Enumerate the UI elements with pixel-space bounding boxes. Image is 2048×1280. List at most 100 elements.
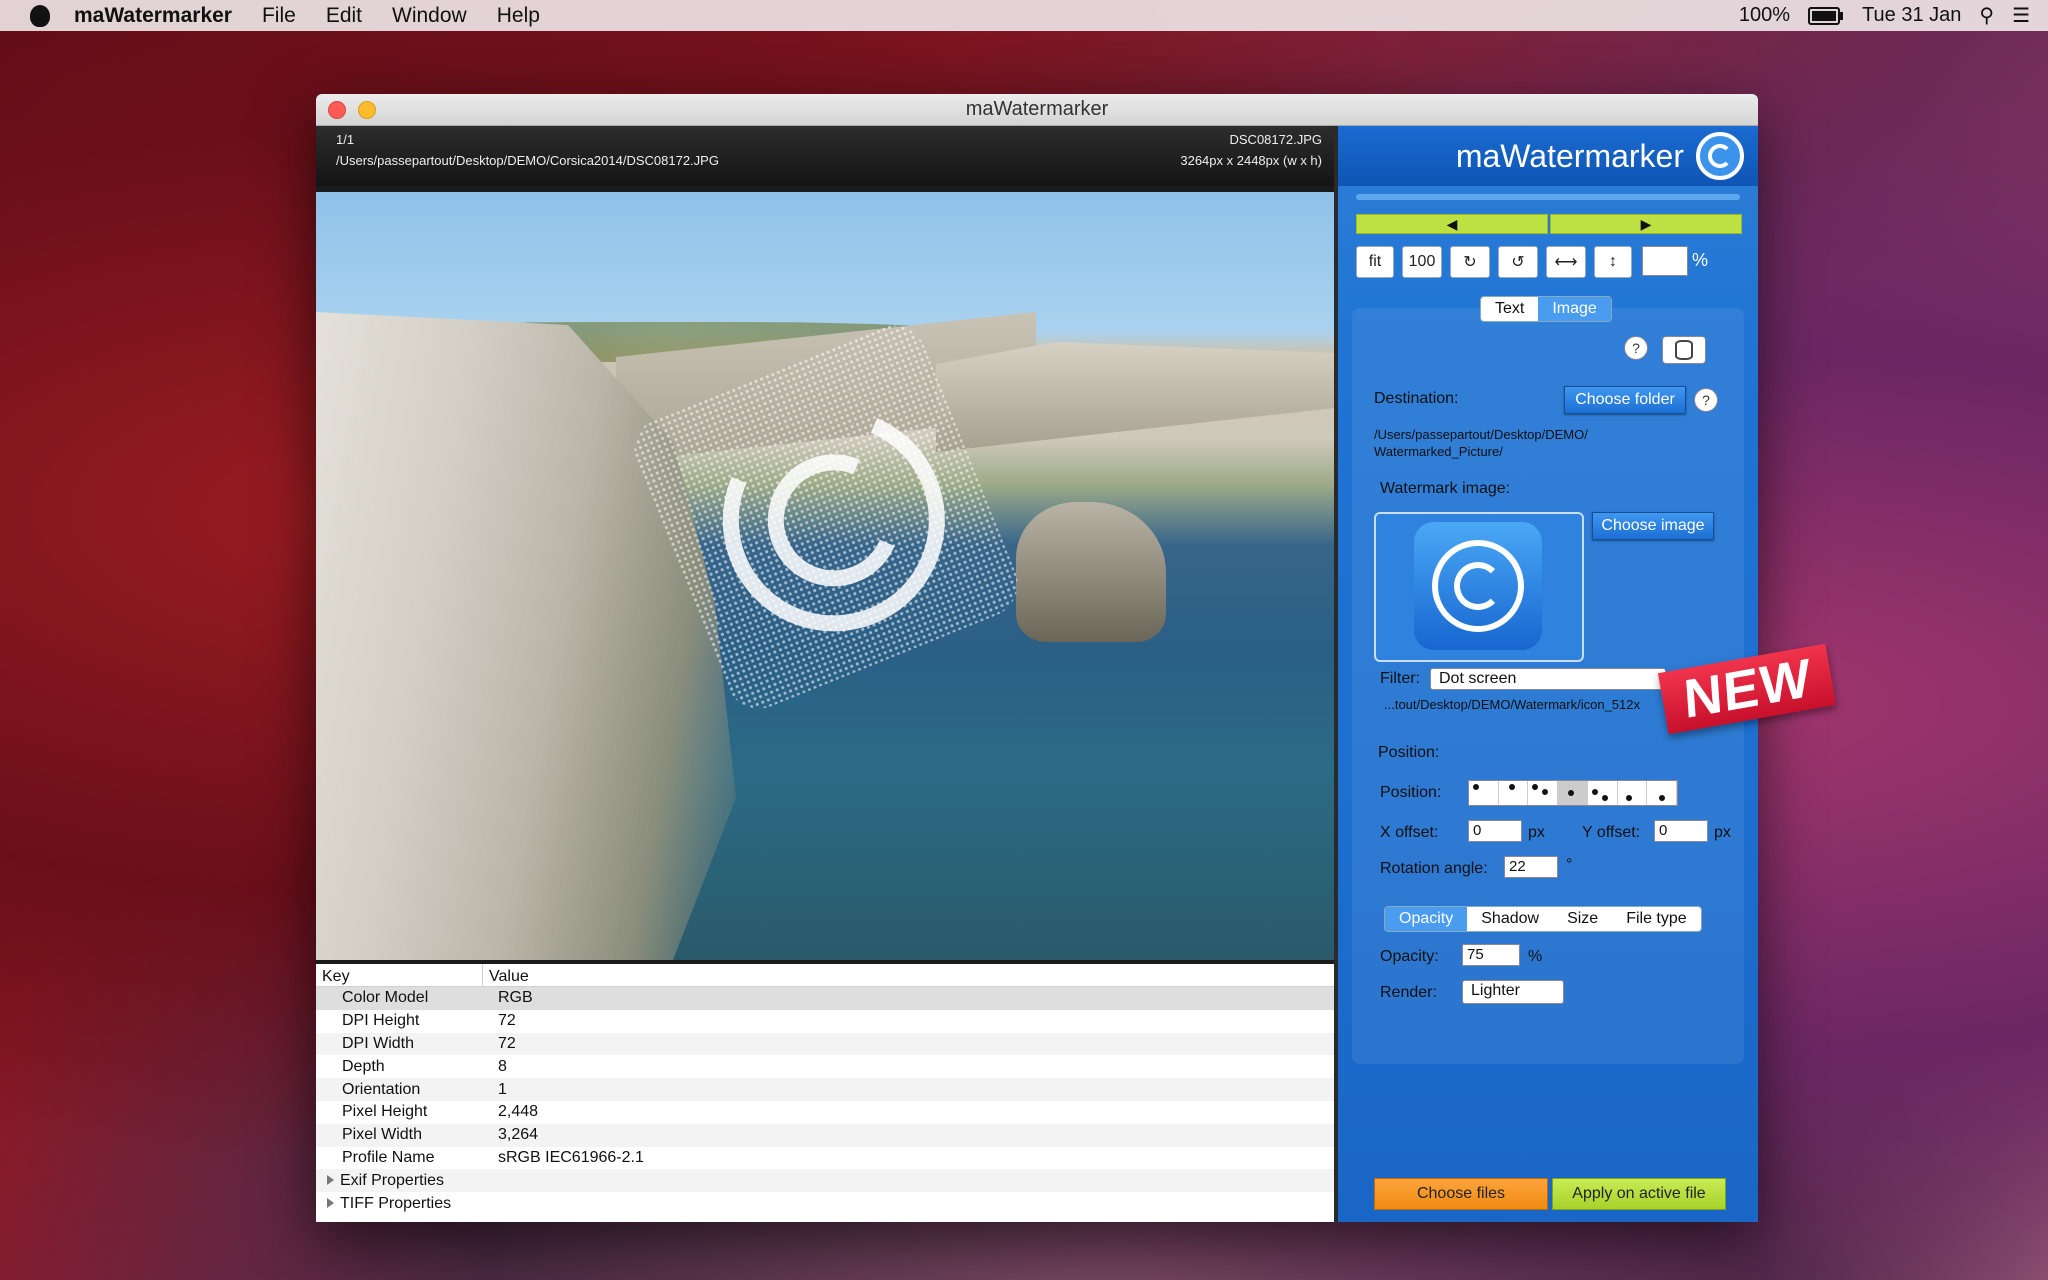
watermark-path: ...tout/Desktop/DEMO/Watermark/icon_512x <box>1384 697 1641 712</box>
image-info-bar: 1/1 /Users/passepartout/Desktop/DEMO/Cor… <box>316 126 1334 186</box>
image-path: /Users/passepartout/Desktop/DEMO/Corsica… <box>336 153 719 168</box>
actual-size-button[interactable]: 100 <box>1402 246 1442 278</box>
filter-select[interactable]: Dot screen <box>1430 668 1666 690</box>
table-row[interactable]: Profile Name sRGB IEC61966-2.1 <box>316 1147 1334 1170</box>
y-offset-label: Y offset: <box>1582 824 1641 841</box>
tab-file-type[interactable]: File type <box>1612 907 1701 931</box>
position-section-label: Position: <box>1378 744 1440 761</box>
sea-rock <box>1016 502 1166 642</box>
row-value: 72 <box>498 1012 516 1030</box>
disclosure-triangle-icon[interactable] <box>327 1197 334 1208</box>
pos-top-center[interactable] <box>1499 781 1529 805</box>
row-key: DPI Width <box>342 1034 415 1052</box>
zoom-unit: % <box>1692 250 1709 270</box>
clock[interactable]: Tue 31 Jan <box>1862 4 1961 27</box>
menu-help[interactable]: Help <box>497 4 540 28</box>
table-row[interactable]: Pixel Width 3,264 <box>316 1123 1334 1147</box>
watermark-image-label: Watermark image: <box>1380 480 1511 497</box>
row-key: Orientation <box>342 1080 421 1098</box>
menu-edit[interactable]: Edit <box>326 4 362 28</box>
tab-text[interactable]: Text <box>1481 297 1539 321</box>
choose-image-button[interactable]: Choose image <box>1592 512 1714 540</box>
opacity-unit: % <box>1528 948 1543 965</box>
title-bar[interactable]: maWatermarker <box>316 94 1758 1178</box>
column-key[interactable]: Key <box>316 964 483 986</box>
table-row[interactable]: DPI Height 72 <box>316 1010 1334 1033</box>
brand-header: maWatermarker <box>1338 126 1758 186</box>
tab-size[interactable]: Size <box>1553 907 1613 931</box>
position-grid[interactable] <box>1468 780 1678 806</box>
render-select[interactable]: Lighter <box>1462 980 1564 1004</box>
column-value[interactable]: Value <box>483 964 535 986</box>
row-value: 1 <box>498 1080 507 1098</box>
table-row-expandable[interactable]: TIFF Properties <box>316 1192 1334 1215</box>
row-value: RGB <box>498 989 533 1007</box>
table-row[interactable]: Orientation 1 <box>316 1078 1334 1101</box>
battery-icon[interactable] <box>1808 6 1844 25</box>
pos-mid-right[interactable] <box>1588 781 1618 805</box>
x-offset-unit: px <box>1528 824 1545 841</box>
help-icon[interactable]: ? <box>1624 336 1648 360</box>
x-offset-input[interactable]: 0 <box>1468 820 1522 842</box>
table-header: Key Value <box>316 964 1334 987</box>
rotate-cw-icon[interactable]: ↻ <box>1450 246 1490 278</box>
tab-image[interactable]: Image <box>1538 297 1611 321</box>
metadata-table[interactable]: Key Value Color Model RGB DPI Height 72 DP… <box>316 964 1334 1222</box>
y-offset-input[interactable]: 0 <box>1654 820 1708 842</box>
flip-horizontal-icon[interactable]: ⟷ <box>1546 246 1586 278</box>
pos-top-left[interactable] <box>1469 781 1499 805</box>
pos-bottom-left[interactable] <box>1618 781 1648 805</box>
choose-folder-button[interactable]: Choose folder <box>1564 386 1686 414</box>
opacity-input[interactable]: 75 <box>1462 944 1520 966</box>
apple-icon[interactable] <box>30 4 50 27</box>
battery-percent[interactable]: 100% <box>1739 4 1790 27</box>
image-preview[interactable] <box>316 192 1334 960</box>
table-row-expandable[interactable]: Exif Properties <box>316 1169 1334 1193</box>
window-title: maWatermarker <box>965 98 1109 120</box>
pos-center[interactable] <box>1558 781 1588 805</box>
rotation-unit: ° <box>1566 856 1573 873</box>
disclosure-triangle-icon[interactable] <box>327 1174 334 1185</box>
apply-active-file-button[interactable]: Apply on active file <box>1552 1178 1726 1210</box>
choose-files-button[interactable]: Choose files <box>1374 1178 1548 1210</box>
notification-center-icon[interactable]: ☰ <box>2012 3 2030 28</box>
row-value: 72 <box>498 1034 516 1052</box>
table-row[interactable]: DPI Width 72 <box>316 1032 1334 1056</box>
help-icon[interactable]: ? <box>1694 388 1718 412</box>
zoom-input[interactable] <box>1642 246 1688 276</box>
row-value: 3,264 <box>498 1126 539 1144</box>
tab-shadow[interactable]: Shadow <box>1467 907 1554 931</box>
app-window: maWatermarker 1/1 /Users/passepartout/De… <box>316 94 1758 1222</box>
rotate-ccw-icon[interactable]: ↺ <box>1498 246 1538 278</box>
watermark-image-well[interactable] <box>1374 512 1584 662</box>
database-icon[interactable] <box>1662 336 1706 364</box>
row-key: Pixel Height <box>342 1103 428 1121</box>
destination-path-line: Watermarked_Picture/ <box>1374 444 1503 459</box>
tab-opacity[interactable]: Opacity <box>1385 907 1468 931</box>
menu-window[interactable]: Window <box>392 4 467 28</box>
row-key: Depth <box>342 1057 385 1075</box>
row-key: DPI Height <box>342 1012 420 1030</box>
table-row[interactable]: Pixel Height 2,448 <box>316 1101 1334 1124</box>
menu-app-name[interactable]: maWatermarker <box>74 4 232 28</box>
rotation-input[interactable]: 22 <box>1504 856 1558 878</box>
table-row[interactable]: Color Model RGB <box>316 987 1334 1010</box>
row-key: Profile Name <box>342 1148 435 1166</box>
spotlight-search-icon[interactable]: ⚲ <box>1979 3 1994 28</box>
previous-image-button[interactable]: ◀ <box>1356 214 1548 234</box>
pos-top-right[interactable] <box>1528 781 1559 805</box>
menu-file[interactable]: File <box>262 4 296 28</box>
flip-vertical-icon[interactable]: ↕ <box>1594 246 1632 278</box>
progress-bar <box>1356 194 1740 200</box>
y-offset-unit: px <box>1714 824 1731 841</box>
fit-button[interactable]: fit <box>1356 246 1394 278</box>
pos-bottom-right[interactable] <box>1647 781 1678 805</box>
row-key: TIFF Properties <box>340 1194 452 1212</box>
preview-pane: 1/1 /Users/passepartout/Desktop/DEMO/Cor… <box>316 126 1334 1222</box>
next-image-button[interactable]: ▶ <box>1550 214 1742 234</box>
render-label: Render: <box>1380 984 1437 1001</box>
menu-bar: maWatermarker File Edit Window Help 100%… <box>0 0 2048 31</box>
image-filename: DSC08172.JPG <box>1229 132 1323 147</box>
mode-segment: Text Image <box>1480 296 1612 322</box>
table-row[interactable]: Depth 8 <box>316 1055 1334 1078</box>
